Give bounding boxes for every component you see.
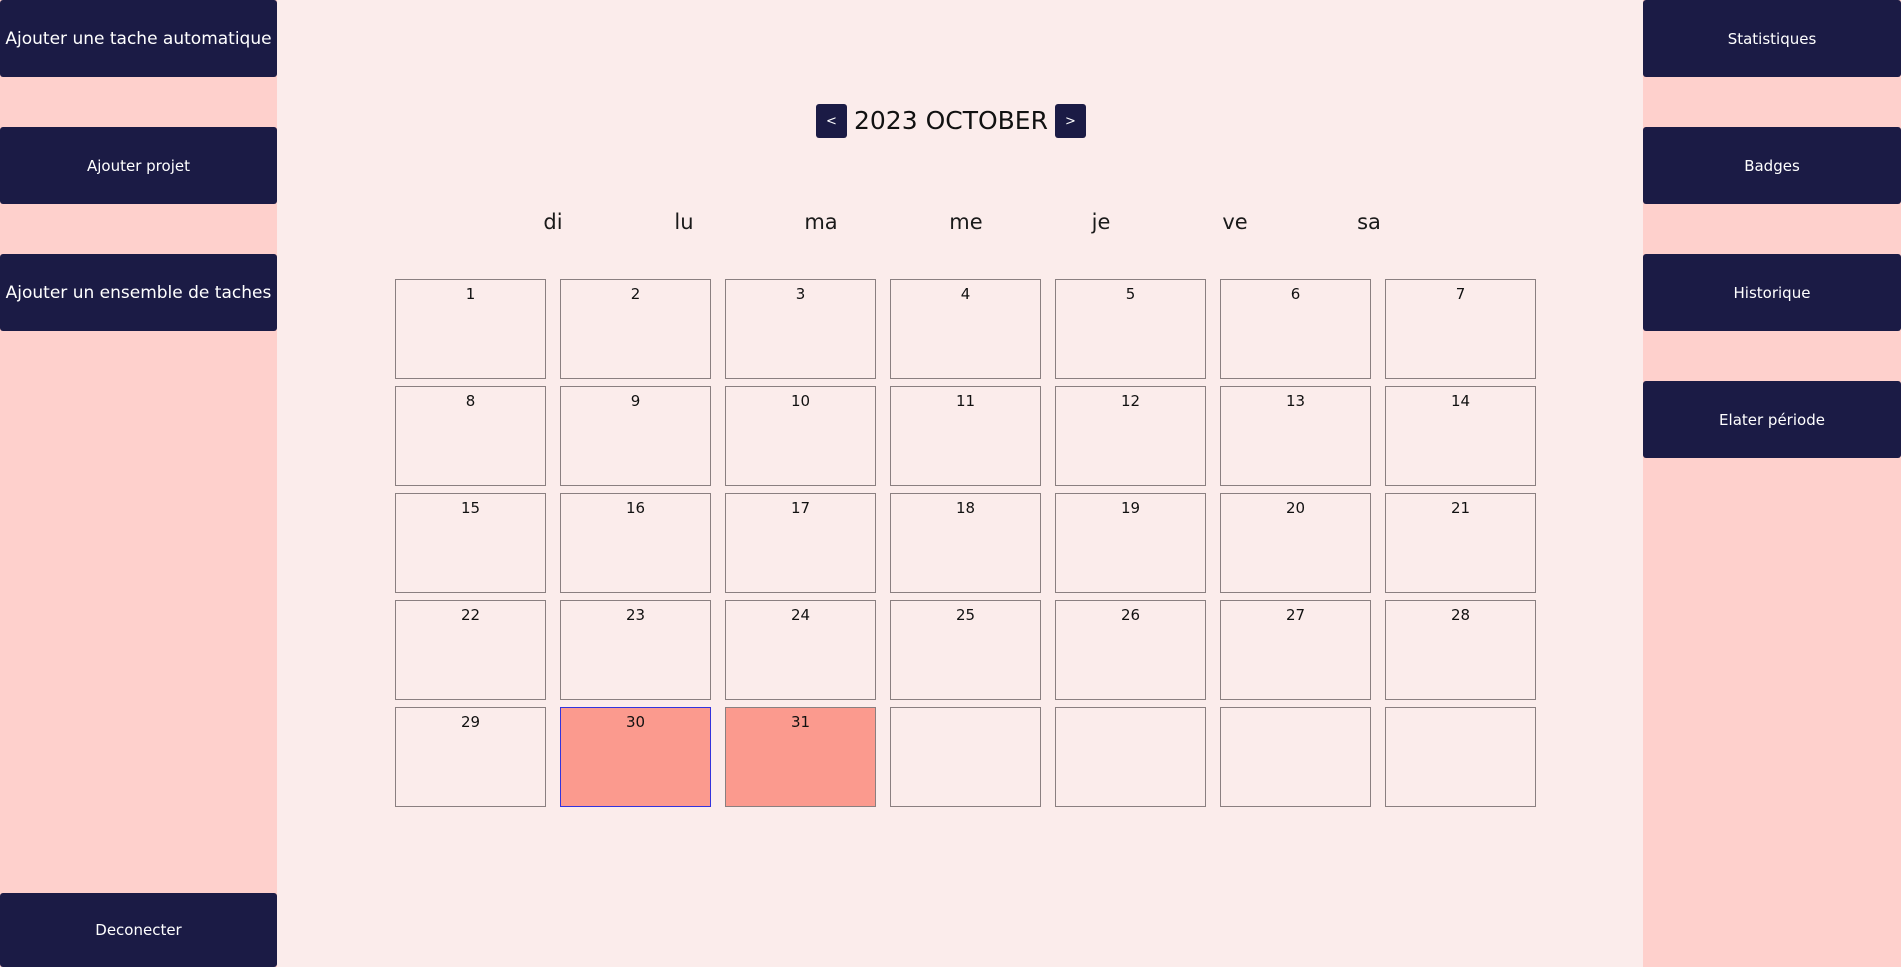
period-button[interactable]: Elater période bbox=[1643, 381, 1901, 458]
calendar-day-cell[interactable]: 18 bbox=[890, 493, 1041, 593]
day-number: 11 bbox=[955, 392, 976, 410]
calendar-day-cell[interactable] bbox=[1055, 707, 1206, 807]
statistics-button[interactable]: Statistiques bbox=[1643, 0, 1901, 77]
day-number: 13 bbox=[1285, 392, 1306, 410]
calendar-day-cell[interactable]: 6 bbox=[1220, 279, 1371, 379]
day-number: 25 bbox=[955, 606, 976, 624]
calendar-day-cell[interactable]: 14 bbox=[1385, 386, 1536, 486]
calendar-day-cell[interactable]: 5 bbox=[1055, 279, 1206, 379]
weekday-label: lu bbox=[674, 210, 694, 234]
day-number: 2 bbox=[630, 285, 641, 303]
calendar-day-cell[interactable]: 7 bbox=[1385, 279, 1536, 379]
day-number: 20 bbox=[1285, 499, 1306, 517]
calendar-day-cell[interactable] bbox=[1385, 707, 1536, 807]
calendar-day-cell[interactable]: 15 bbox=[395, 493, 546, 593]
calendar-day-cell[interactable]: 4 bbox=[890, 279, 1041, 379]
day-number: 4 bbox=[960, 285, 971, 303]
day-number: 8 bbox=[465, 392, 476, 410]
calendar-day-cell[interactable]: 26 bbox=[1055, 600, 1206, 700]
calendar-day-cell[interactable]: 20 bbox=[1220, 493, 1371, 593]
calendar-day-cell[interactable] bbox=[1220, 707, 1371, 807]
day-number: 6 bbox=[1290, 285, 1301, 303]
day-number: 23 bbox=[625, 606, 646, 624]
calendar-day-cell[interactable]: 2 bbox=[560, 279, 711, 379]
day-number: 21 bbox=[1450, 499, 1471, 517]
weekday-label: me bbox=[949, 210, 983, 234]
day-number: 14 bbox=[1450, 392, 1471, 410]
day-number: 24 bbox=[790, 606, 811, 624]
month-title: 2023 OCTOBER bbox=[854, 106, 1048, 135]
day-number: 26 bbox=[1120, 606, 1141, 624]
calendar-day-cell[interactable]: 12 bbox=[1055, 386, 1206, 486]
right-sidebar: Statistiques Badges Historique Elater pé… bbox=[1643, 0, 1901, 967]
logout-button[interactable]: Deconecter bbox=[0, 893, 277, 967]
day-number: 10 bbox=[790, 392, 811, 410]
weekday-label: di bbox=[543, 210, 563, 234]
day-number: 22 bbox=[460, 606, 481, 624]
day-number: 7 bbox=[1455, 285, 1466, 303]
calendar-day-cell[interactable]: 23 bbox=[560, 600, 711, 700]
calendar-day-cell[interactable]: 30 bbox=[560, 707, 711, 807]
badges-button[interactable]: Badges bbox=[1643, 127, 1901, 204]
calendar-day-cell[interactable] bbox=[890, 707, 1041, 807]
calendar-day-cell[interactable]: 25 bbox=[890, 600, 1041, 700]
add-project-button[interactable]: Ajouter projet bbox=[0, 127, 277, 204]
calendar-day-cell[interactable]: 13 bbox=[1220, 386, 1371, 486]
day-number: 30 bbox=[625, 713, 646, 731]
day-number: 18 bbox=[955, 499, 976, 517]
day-number: 28 bbox=[1450, 606, 1471, 624]
day-number: 9 bbox=[630, 392, 641, 410]
calendar-day-cell[interactable]: 28 bbox=[1385, 600, 1536, 700]
day-number: 17 bbox=[790, 499, 811, 517]
day-number: 31 bbox=[790, 713, 811, 731]
day-number: 15 bbox=[460, 499, 481, 517]
day-number: 5 bbox=[1125, 285, 1136, 303]
calendar-day-cell[interactable]: 10 bbox=[725, 386, 876, 486]
weekday-label: je bbox=[1091, 210, 1111, 234]
add-auto-task-button[interactable]: Ajouter une tache automatique bbox=[0, 0, 277, 77]
calendar-day-cell[interactable]: 19 bbox=[1055, 493, 1206, 593]
calendar-day-cell[interactable]: 8 bbox=[395, 386, 546, 486]
day-number: 19 bbox=[1120, 499, 1141, 517]
prev-month-button[interactable]: < bbox=[816, 104, 847, 138]
month-navigator: < 2023 OCTOBER > bbox=[816, 104, 1086, 138]
calendar-day-cell[interactable]: 9 bbox=[560, 386, 711, 486]
day-number: 29 bbox=[460, 713, 481, 731]
calendar-day-cell[interactable]: 17 bbox=[725, 493, 876, 593]
day-number: 3 bbox=[795, 285, 806, 303]
weekday-label: sa bbox=[1357, 210, 1381, 234]
calendar-day-cell[interactable]: 22 bbox=[395, 600, 546, 700]
calendar-day-cell[interactable]: 21 bbox=[1385, 493, 1536, 593]
calendar-day-cell[interactable]: 27 bbox=[1220, 600, 1371, 700]
day-number: 1 bbox=[465, 285, 476, 303]
weekday-label: ma bbox=[804, 210, 838, 234]
calendar-day-cell[interactable]: 29 bbox=[395, 707, 546, 807]
calendar-day-cell[interactable]: 3 bbox=[725, 279, 876, 379]
calendar-day-cell[interactable]: 16 bbox=[560, 493, 711, 593]
day-number: 16 bbox=[625, 499, 646, 517]
weekday-label: ve bbox=[1222, 210, 1248, 234]
add-task-set-button[interactable]: Ajouter un ensemble de taches bbox=[0, 254, 277, 331]
day-number: 12 bbox=[1120, 392, 1141, 410]
day-number: 27 bbox=[1285, 606, 1306, 624]
left-sidebar: Ajouter une tache automatique Ajouter pr… bbox=[0, 0, 277, 967]
next-month-button[interactable]: > bbox=[1054, 104, 1086, 138]
calendar-day-cell[interactable]: 31 bbox=[725, 707, 876, 807]
calendar-day-cell[interactable]: 11 bbox=[890, 386, 1041, 486]
history-button[interactable]: Historique bbox=[1643, 254, 1901, 331]
calendar-day-cell[interactable]: 24 bbox=[725, 600, 876, 700]
calendar-day-cell[interactable]: 1 bbox=[395, 279, 546, 379]
